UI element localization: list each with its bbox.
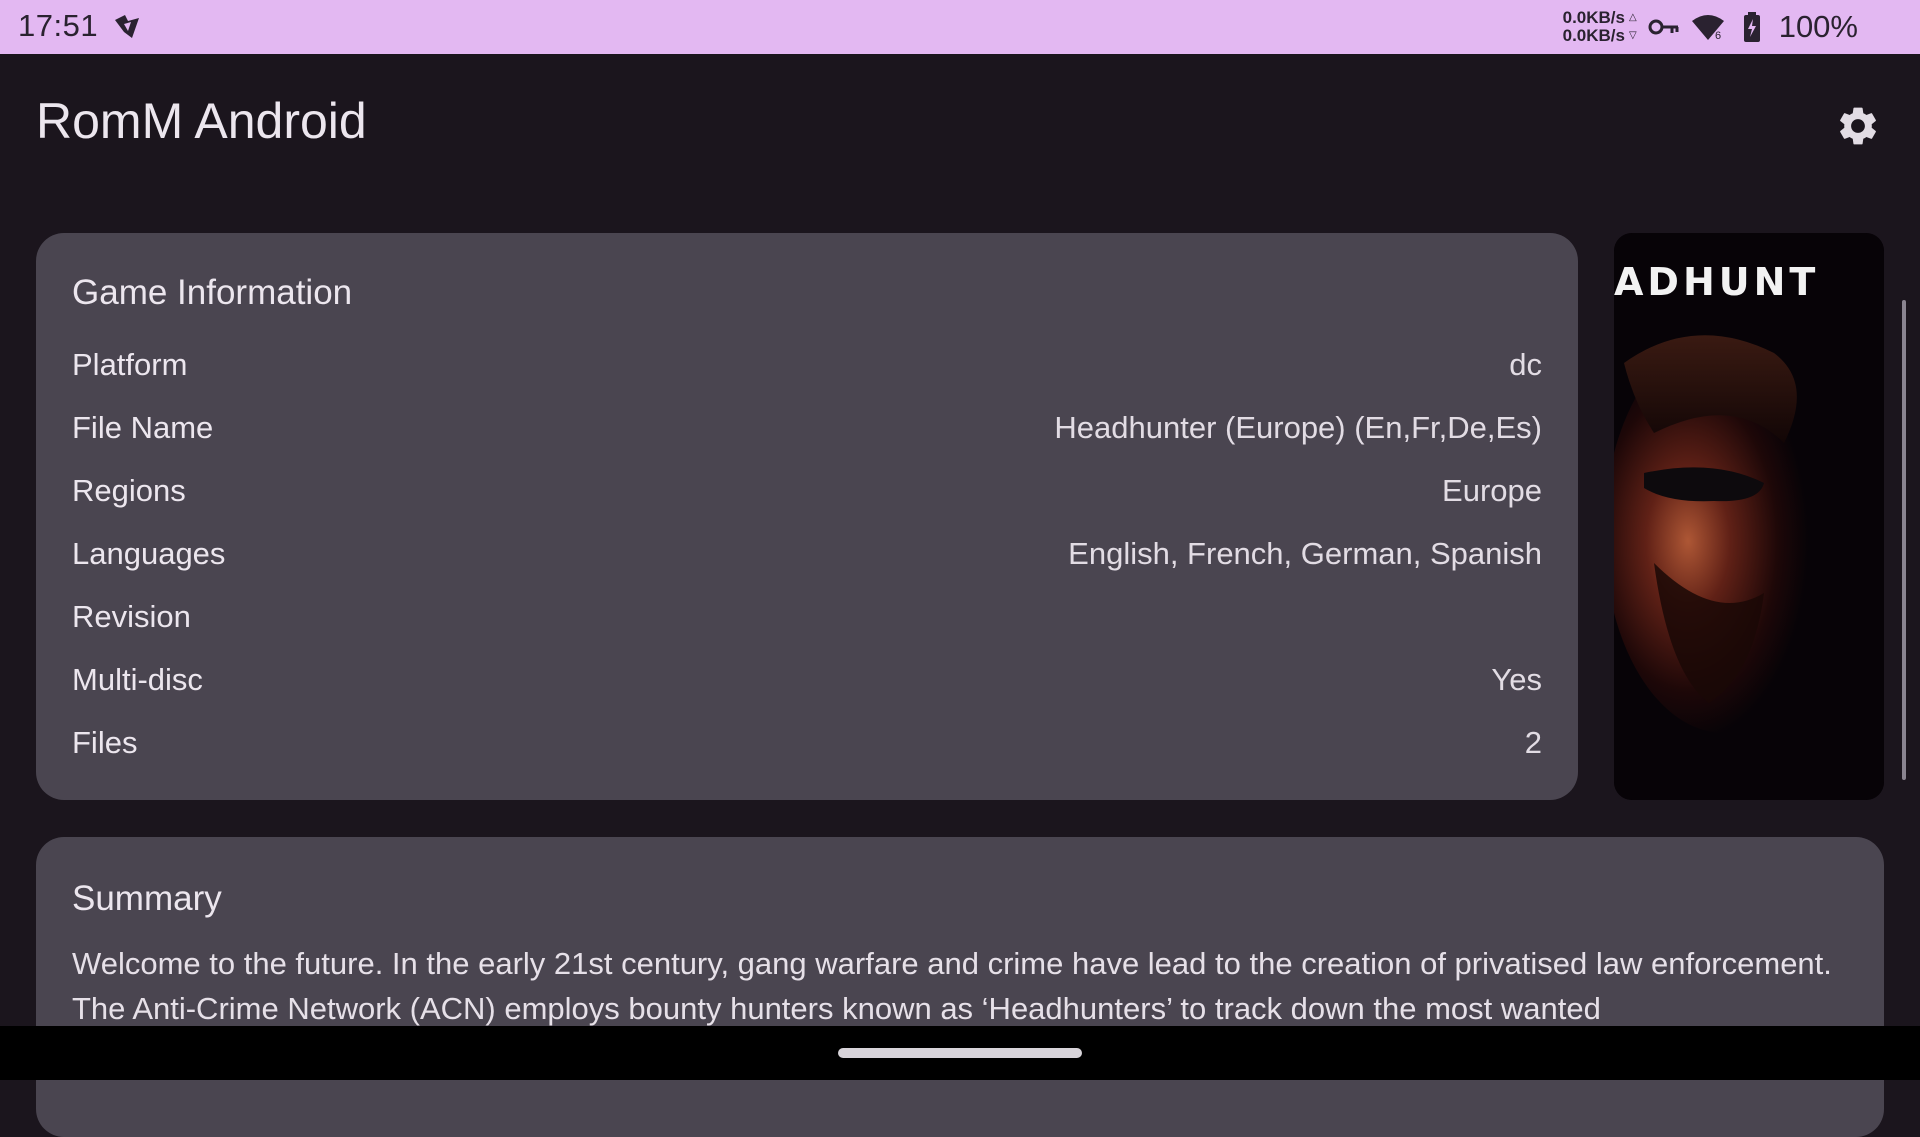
upload-arrow-icon: △ [1629,12,1637,23]
info-value: English, French, German, Spanish [1068,535,1542,571]
info-row-languages: Languages English, French, German, Spani… [72,522,1542,585]
game-information-card: Game Information Platform dc File Name H… [36,233,1578,800]
info-label: Platform [72,346,188,382]
info-row-platform: Platform dc [72,333,1542,396]
gear-icon [1840,107,1876,145]
status-time: 17:51 [18,8,99,43]
summary-text: Welcome to the future. In the early 21st… [72,946,1832,1026]
status-indicators: 0.0KB/s △ 0.0KB/s ▽ 6 100% [1563,0,1858,54]
info-value: Europe [1442,472,1542,508]
battery-percentage: 100% [1778,9,1858,44]
wifi-icon: 6 [1691,12,1725,42]
info-label: File Name [72,409,214,445]
home-gesture-handle[interactable] [838,1048,1082,1058]
info-label: Languages [72,535,226,571]
summary-card: Summary Welcome to the future. In the ea… [36,837,1884,1137]
info-row-file-name: File Name Headhunter (Europe) (En,Fr,De,… [72,396,1542,459]
summary-title: Summary [72,879,222,918]
app-title: RomM Android [36,93,367,149]
info-row-multi-disc: Multi-disc Yes [72,648,1542,711]
info-row-regions: Regions Europe [72,459,1542,522]
cover-title-text: ADHUNT [1614,260,1819,304]
battery-charging-icon [1735,12,1769,42]
scrollbar[interactable] [1902,300,1906,780]
info-value: 2 [1524,724,1542,760]
download-arrow-icon: ▽ [1629,30,1637,41]
app-notification-icon [115,15,139,38]
info-value: Headhunter (Europe) (En,Fr,De,Es) [1054,409,1542,445]
svg-text:6: 6 [1715,30,1721,41]
net-down-value: 0.0KB/s [1562,26,1625,45]
info-label: Regions [72,472,186,508]
info-value: Yes [1491,661,1542,697]
vpn-key-icon [1647,12,1681,42]
net-up-value: 0.0KB/s [1562,8,1625,27]
info-row-revision: Revision [72,585,1542,648]
game-cover-art[interactable]: ADHUNT [1614,233,1884,800]
settings-button[interactable] [1828,100,1888,152]
game-information-list: Platform dc File Name Headhunter (Europe… [72,333,1542,774]
game-information-title: Game Information [72,273,353,312]
info-label: Multi-disc [72,661,203,697]
cover-image: ADHUNT [1614,233,1884,800]
status-bar: 17:51 0.0KB/s △ 0.0KB/s ▽ 6 100% [0,0,1920,54]
navigation-bar [0,1026,1920,1080]
info-row-files: Files 2 [72,711,1542,774]
network-speed: 0.0KB/s △ 0.0KB/s ▽ [1563,9,1637,45]
info-label: Revision [72,598,191,634]
info-label: Files [72,724,138,760]
info-value: dc [1509,346,1542,382]
